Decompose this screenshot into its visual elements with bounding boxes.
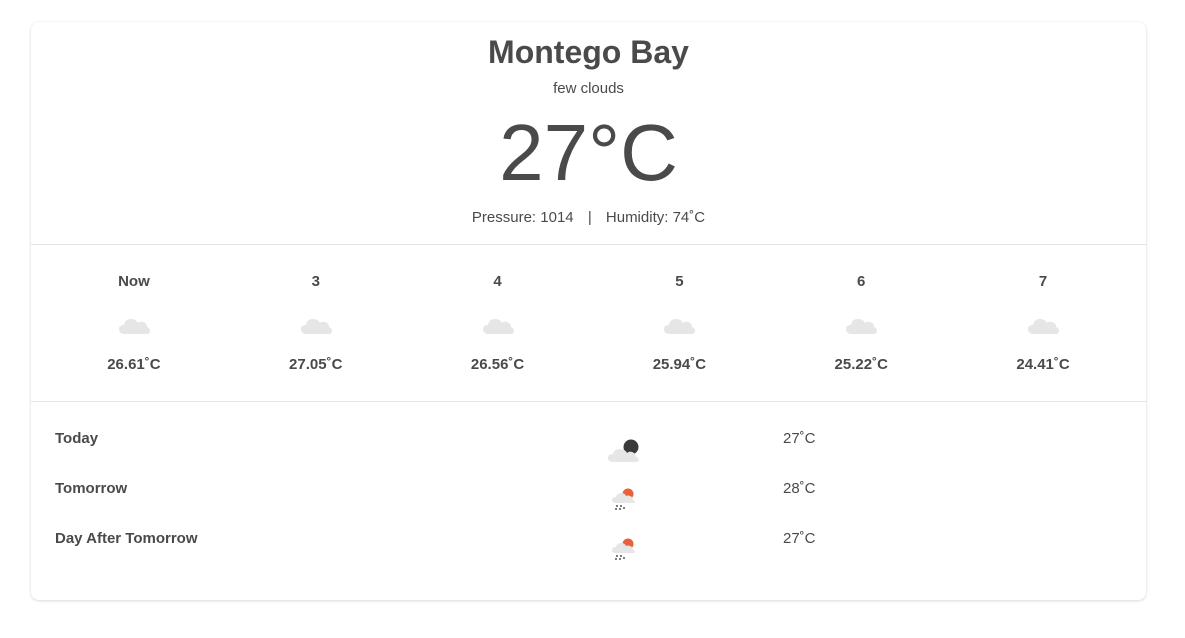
hourly-item: Now 26.61˚C	[43, 245, 225, 401]
hour-temperature: 24.41˚C	[1016, 356, 1070, 373]
sun-rain-cloud-icon	[612, 488, 635, 510]
sun-rain-cloud-icon	[612, 538, 635, 560]
city-name: Montego Bay	[488, 34, 689, 70]
weather-card: Montego Bay few clouds 27°C Pressure: 10…	[31, 22, 1146, 600]
hour-temperature: 25.22˚C	[834, 356, 888, 373]
cloud-icon	[1028, 319, 1060, 334]
day-temperature: 28˚C	[783, 480, 816, 497]
current-weather: Montego Bay few clouds 27°C Pressure: 10…	[31, 22, 1146, 245]
day-name: Day After Tomorrow	[55, 530, 198, 547]
hour-temperature: 27.05˚C	[289, 356, 343, 373]
hour-label: 6	[857, 273, 866, 290]
day-name: Tomorrow	[55, 480, 128, 497]
hour-label: 4	[493, 273, 502, 290]
cloud-icon	[118, 319, 150, 334]
cloud-icon	[664, 319, 696, 334]
hour-temperature: 25.94˚C	[652, 356, 707, 373]
cloud-icon	[482, 319, 514, 334]
hourly-item: 7 24.41˚C	[952, 245, 1134, 401]
hourly-forecast: Now 26.61˚C 3 27.05˚C 4 26.56˚C 5 25.94˚…	[31, 245, 1146, 402]
weather-details: Pressure: 1014 | Humidity: 74˚C	[31, 209, 1146, 226]
cloud-icon	[300, 319, 332, 334]
pressure-value: Pressure: 1014	[471, 209, 574, 226]
day-temperature: 27˚C	[783, 530, 816, 547]
hour-temperature: 26.56˚C	[470, 356, 525, 373]
hour-temperature: 26.61˚C	[107, 356, 161, 373]
cloud-icon	[846, 319, 878, 334]
hour-label: 7	[1038, 273, 1048, 290]
day-name: Today	[55, 430, 99, 447]
daily-row: Day After Tomorrow 27˚C	[31, 520, 1146, 570]
hour-label: 3	[311, 273, 320, 290]
daily-row: Tomorrow 28˚C	[31, 470, 1146, 520]
hourly-item: 5 25.94˚C	[588, 245, 770, 401]
day-temperature: 27˚C	[783, 430, 816, 447]
hourly-item: 3 27.05˚C	[225, 245, 407, 401]
weather-description: few clouds	[553, 80, 624, 97]
hour-label: Now	[118, 273, 150, 290]
humidity-value: Humidity: 74˚C	[605, 209, 706, 226]
hourly-item: 6 25.22˚C	[770, 245, 952, 401]
current-temperature: 27°C	[499, 108, 678, 197]
details-separator: |	[587, 209, 592, 226]
hourly-item: 4 26.56˚C	[407, 245, 589, 401]
daily-forecast: Today 27˚C Tomorrow 28˚C Day After Tomor…	[31, 402, 1146, 570]
hour-label: 5	[675, 273, 684, 290]
daily-row: Today 27˚C	[31, 420, 1146, 470]
night-cloud-icon	[608, 439, 639, 462]
